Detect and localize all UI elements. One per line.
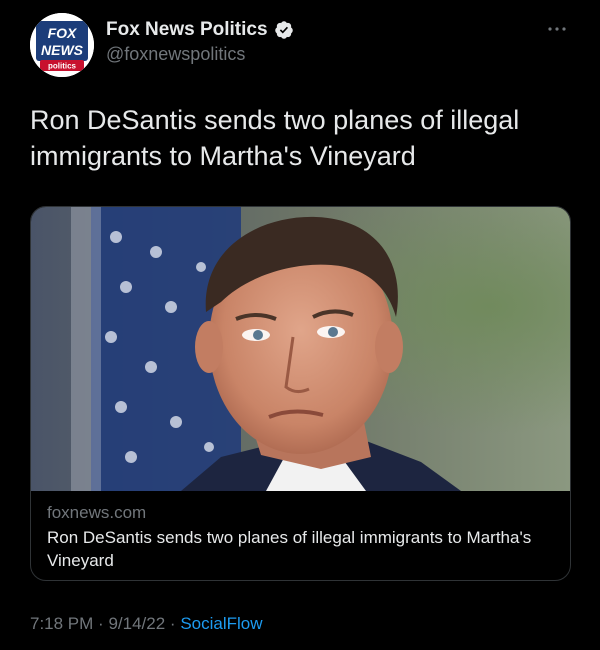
tweet: FOX NEWS politics Fox News Politics @fox… — [0, 0, 600, 650]
logo-line1: FOX — [48, 25, 78, 41]
tweet-source-link[interactable]: SocialFlow — [180, 614, 262, 633]
fox-news-politics-logo: FOX NEWS politics — [30, 13, 94, 77]
card-domain: foxnews.com — [47, 503, 147, 522]
link-card[interactable]: foxnews.com Ron DeSantis sends two plane… — [30, 206, 571, 581]
avatar[interactable]: FOX NEWS politics — [30, 13, 94, 77]
logo-line2: NEWS — [41, 42, 84, 58]
footer-separator: · — [169, 614, 176, 633]
tweet-date[interactable]: 9/14/22 — [108, 614, 165, 633]
author-display-name[interactable]: Fox News Politics — [106, 19, 268, 41]
card-title: Ron DeSantis sends two planes of illegal… — [47, 528, 532, 570]
author-handle[interactable]: @foxnewspolitics — [106, 44, 245, 65]
author-name-row: Fox News Politics — [106, 19, 294, 41]
tweet-time[interactable]: 7:18 PM — [30, 614, 93, 633]
more-horizontal-icon[interactable] — [546, 22, 568, 36]
tweet-footer: 7:18 PM · 9/14/22 · SocialFlow — [30, 614, 263, 634]
footer-separator: · — [98, 614, 104, 633]
tweet-text: Ron DeSantis sends two planes of illegal… — [30, 105, 520, 171]
verified-badge-icon — [274, 21, 293, 39]
logo-line3: politics — [48, 62, 77, 71]
card-image — [31, 207, 570, 491]
card-meta: foxnews.com Ron DeSantis sends two plane… — [47, 502, 554, 572]
